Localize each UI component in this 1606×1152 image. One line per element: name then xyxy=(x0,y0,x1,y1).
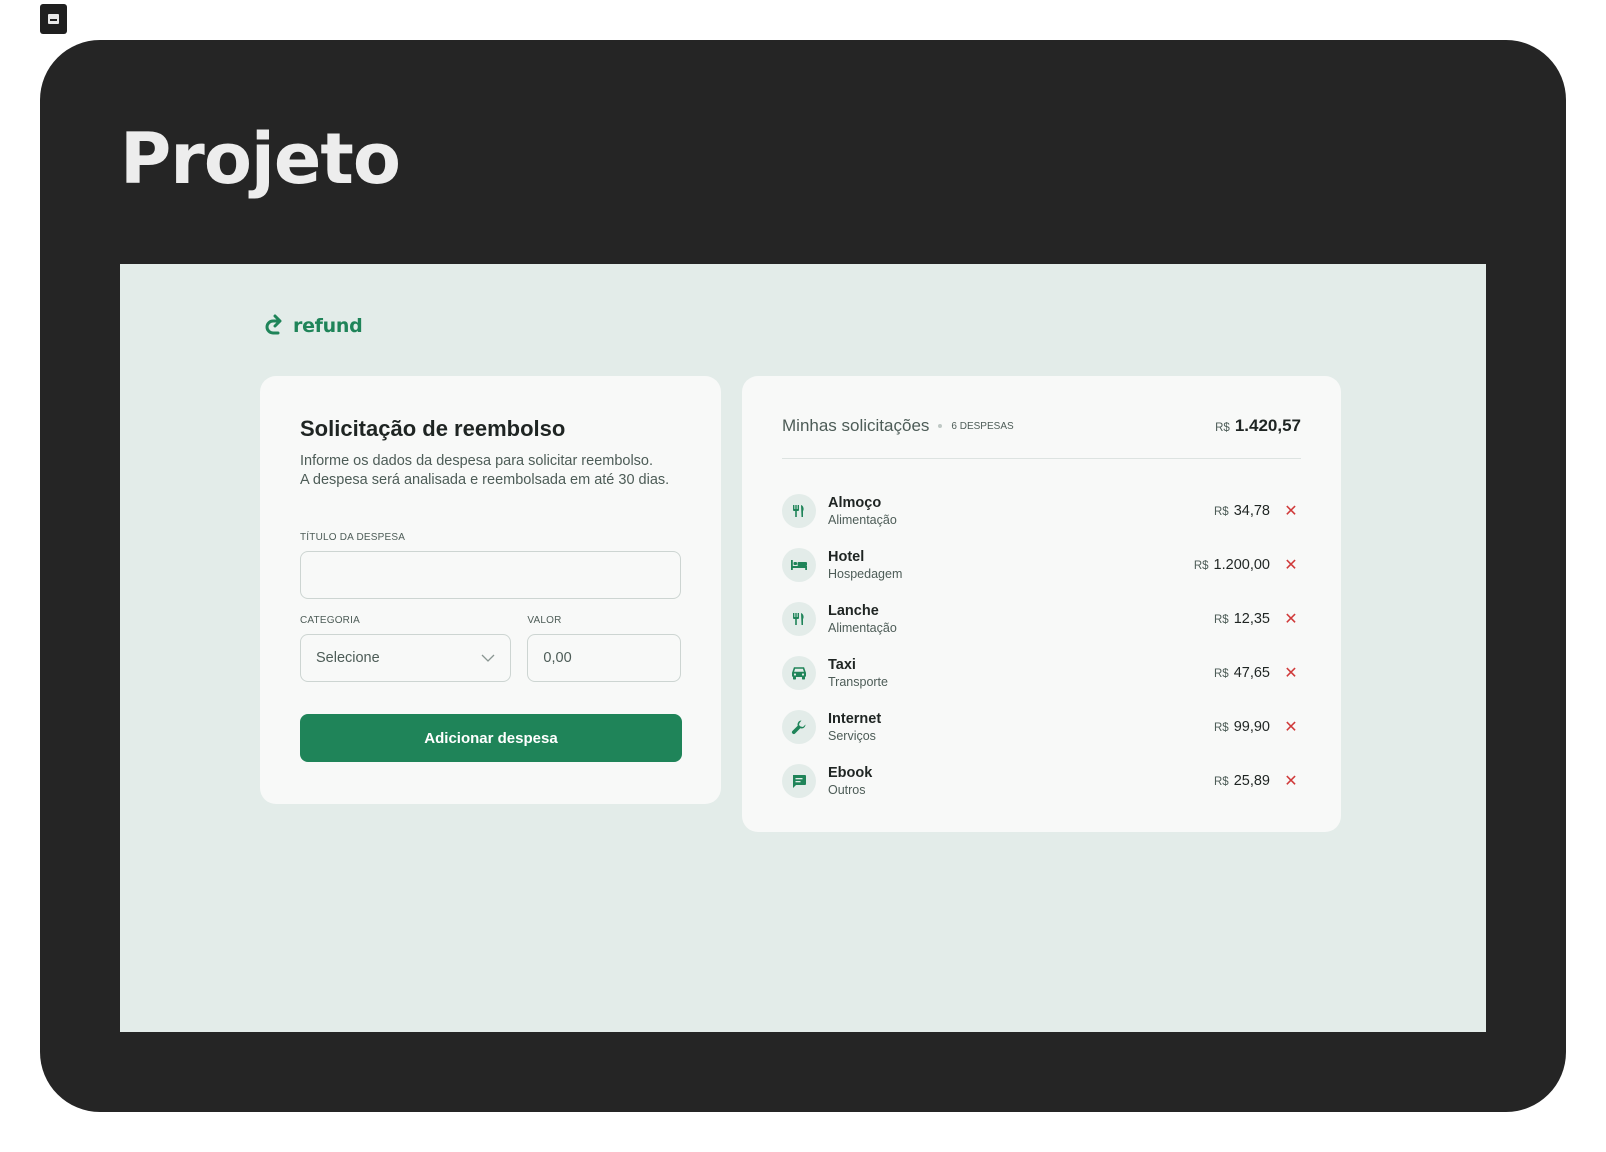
item-name: Hotel xyxy=(828,549,865,565)
file-icon xyxy=(40,4,67,34)
title-label: TÍTULO DA DESPESA xyxy=(300,532,406,543)
item-currency: R$ xyxy=(1214,668,1229,680)
item-category: Transporte xyxy=(828,675,888,689)
list-item[interactable]: Taxi Transporte R$ 47,65 ✕ xyxy=(782,646,1301,700)
form-description-line-2: A despesa será analisada e reembolsada e… xyxy=(300,472,670,488)
form-description-line-1: Informe os dados da despesa para solicit… xyxy=(300,453,654,469)
list-item[interactable]: Almoço Alimentação R$ 34,78 ✕ xyxy=(782,484,1301,538)
utensils-icon xyxy=(782,602,816,636)
expense-count: 6 DESPESAS xyxy=(951,420,1014,432)
title-field-group: TÍTULO DA DESPESA xyxy=(300,532,681,599)
item-name: Lanche xyxy=(828,603,879,619)
item-currency: R$ xyxy=(1214,614,1229,626)
item-name: Taxi xyxy=(828,657,856,673)
category-selected-value: Selecione xyxy=(316,650,380,666)
item-value: 25,89 xyxy=(1233,773,1270,789)
remove-icon[interactable]: ✕ xyxy=(1283,503,1299,520)
requests-panel: Minhas solicitações 6 DESPESAS R$ 1.420,… xyxy=(742,376,1341,832)
total-amount: R$ 1.420,57 xyxy=(1215,416,1301,436)
item-amount: R$ 1.200,00 xyxy=(1194,557,1270,573)
item-amount: R$ 12,35 xyxy=(1214,611,1270,627)
app-screen: refund Solicitação de reembolso Informe … xyxy=(120,264,1486,1032)
item-category: Alimentação xyxy=(828,513,897,527)
wrench-icon xyxy=(782,710,816,744)
presentation-frame: Projeto refund Solicitação de reembolso … xyxy=(40,40,1566,1112)
requests-header: Minhas solicitações 6 DESPESAS R$ 1.420,… xyxy=(782,416,1301,459)
item-value: 47,65 xyxy=(1233,665,1270,681)
item-currency: R$ xyxy=(1214,722,1229,734)
remove-icon[interactable]: ✕ xyxy=(1283,611,1299,628)
remove-icon[interactable]: ✕ xyxy=(1283,665,1299,682)
item-name: Almoço xyxy=(828,495,882,511)
separator-dot xyxy=(938,424,943,428)
item-amount: R$ 34,78 xyxy=(1214,503,1270,519)
brand-name: refund xyxy=(293,315,363,337)
page-title: Projeto xyxy=(120,118,401,200)
item-value: 99,90 xyxy=(1233,719,1270,735)
brand-logo: refund xyxy=(264,314,363,338)
item-name: Internet xyxy=(828,711,882,727)
amount-input[interactable]: 0,00 xyxy=(527,634,681,682)
category-field-group: CATEGORIA Selecione xyxy=(300,615,512,682)
remove-icon[interactable]: ✕ xyxy=(1283,773,1299,790)
item-value: 12,35 xyxy=(1233,611,1270,627)
item-name: Ebook xyxy=(828,765,873,781)
item-currency: R$ xyxy=(1214,776,1229,788)
title-input[interactable] xyxy=(300,551,681,599)
utensils-icon xyxy=(782,494,816,528)
refund-arrow-icon xyxy=(265,314,282,335)
add-expense-button[interactable]: Adicionar despesa xyxy=(300,714,682,762)
expense-list: Almoço Alimentação R$ 34,78 ✕ Hotel Hosp… xyxy=(782,459,1301,808)
item-currency: R$ xyxy=(1214,506,1229,518)
item-category: Serviços xyxy=(828,729,876,743)
remove-icon[interactable]: ✕ xyxy=(1283,719,1299,736)
car-icon xyxy=(782,656,816,690)
category-amount-row: CATEGORIA Selecione VALOR 0,00 xyxy=(300,615,681,682)
category-label: CATEGORIA xyxy=(300,615,360,626)
amount-label: VALOR xyxy=(527,615,562,626)
message-icon xyxy=(782,764,816,798)
total-value: 1.420,57 xyxy=(1234,416,1301,435)
bed-icon xyxy=(782,548,816,582)
item-category: Alimentação xyxy=(828,621,897,635)
list-item[interactable]: Lanche Alimentação R$ 12,35 ✕ xyxy=(782,592,1301,646)
item-currency: R$ xyxy=(1193,560,1209,572)
category-select[interactable]: Selecione xyxy=(300,634,512,682)
item-amount: R$ 47,65 xyxy=(1214,665,1270,681)
item-value: 1.200,00 xyxy=(1213,557,1270,573)
item-category: Outros xyxy=(828,783,866,797)
list-item[interactable]: Internet Serviços R$ 99,90 ✕ xyxy=(782,700,1301,754)
remove-icon[interactable]: ✕ xyxy=(1283,557,1299,574)
item-value: 34,78 xyxy=(1233,503,1270,519)
amount-field-group: VALOR 0,00 xyxy=(527,615,681,682)
chevron-down-icon xyxy=(481,654,495,662)
item-amount: R$ 99,90 xyxy=(1214,719,1270,735)
expense-form: Solicitação de reembolso Informe os dado… xyxy=(260,376,721,804)
requests-title: Minhas solicitações xyxy=(782,416,930,435)
item-category: Hospedagem xyxy=(828,567,903,581)
total-currency: R$ xyxy=(1215,422,1230,434)
form-title: Solicitação de reembolso xyxy=(300,416,566,441)
list-item[interactable]: Ebook Outros R$ 25,89 ✕ xyxy=(782,754,1301,808)
list-item[interactable]: Hotel Hospedagem R$ 1.200,00 ✕ xyxy=(782,538,1301,592)
item-amount: R$ 25,89 xyxy=(1214,773,1270,789)
